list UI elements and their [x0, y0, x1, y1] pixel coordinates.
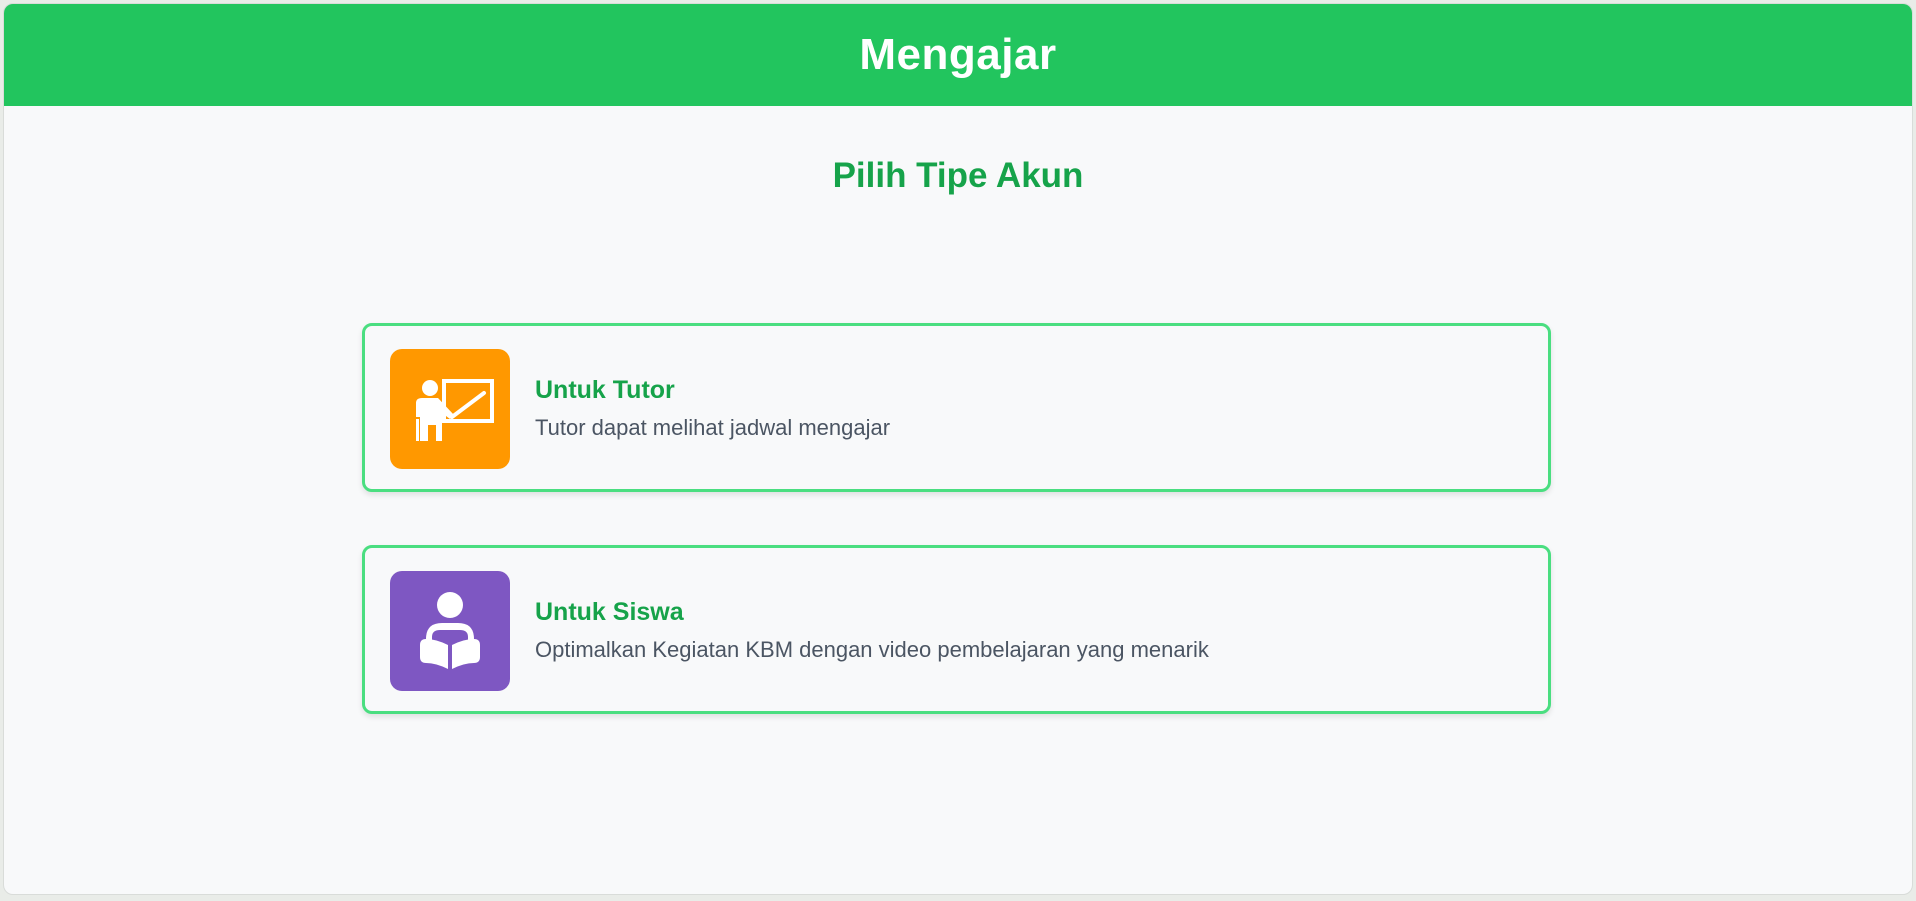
tutor-card-title: Untuk Tutor	[535, 376, 675, 404]
student-card-title: Untuk Siswa	[535, 598, 684, 626]
teacher-board-icon	[390, 349, 510, 469]
app-title: Mengajar	[859, 30, 1057, 79]
student-card-text: Untuk Siswa Optimalkan Kegiatan KBM deng…	[535, 598, 1209, 663]
tutor-card-description: Tutor dapat melihat jadwal mengajar	[535, 415, 891, 440]
app-header: Mengajar	[4, 4, 1912, 106]
tutor-account-card[interactable]: Untuk Tutor Tutor dapat melihat jadwal m…	[362, 323, 1551, 492]
student-card-description: Optimalkan Kegiatan KBM dengan video pem…	[535, 637, 1209, 662]
app-window: Mengajar Pilih Tipe Akun Untuk Tutor Tut…	[3, 3, 1913, 895]
student-reading-icon	[390, 571, 510, 691]
student-account-card[interactable]: Untuk Siswa Optimalkan Kegiatan KBM deng…	[362, 545, 1551, 714]
page-subtitle: Pilih Tipe Akun	[832, 156, 1084, 195]
tutor-card-text: Untuk Tutor Tutor dapat melihat jadwal m…	[535, 376, 890, 441]
